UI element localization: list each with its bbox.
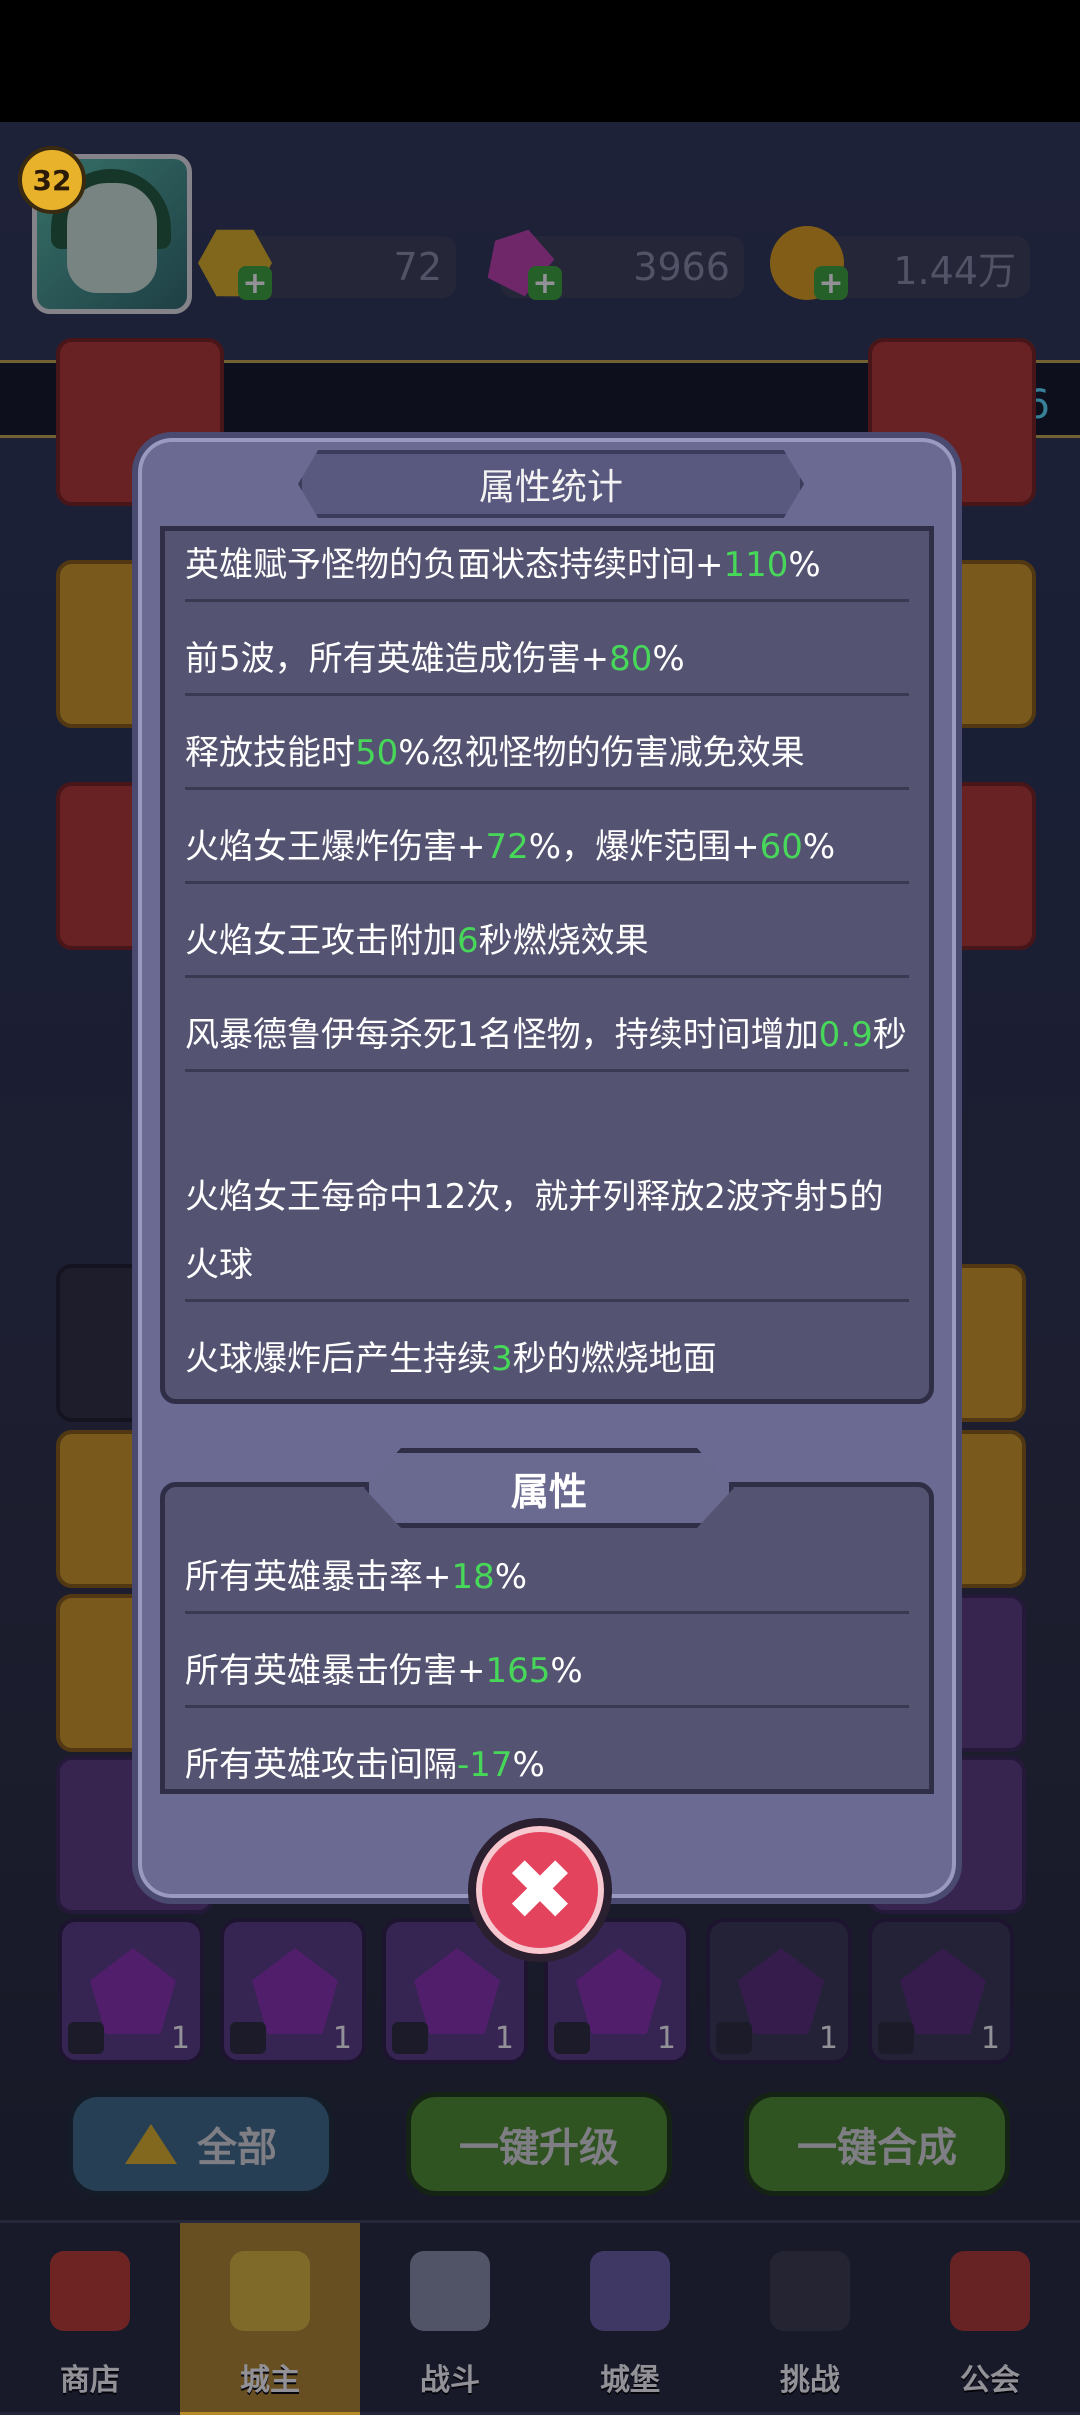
stat-row: 前5波，所有英雄造成伤害+80% — [185, 625, 909, 696]
stat-value: 0.9 — [818, 1015, 873, 1055]
stat-row: 火焰女王爆炸伤害+72%，爆炸范围+60% — [185, 813, 909, 884]
stat-value: 72 — [485, 827, 529, 867]
stat-row: 火焰女王每命中12次，就并列释放2波齐射5的火球 — [185, 1163, 909, 1302]
stat-row: 英雄赋予怪物的负面状态持续时间+110% — [185, 531, 909, 602]
stat-text: % — [652, 639, 685, 679]
level-badge: 32 — [18, 146, 86, 214]
stat-value: -17 — [457, 1745, 513, 1785]
stat-text: 火焰女王攻击附加 — [185, 921, 457, 961]
attributes-list[interactable]: 所有英雄暴击率+18% 所有英雄暴击伤害+165% 所有英雄攻击间隔-17% — [160, 1482, 934, 1794]
stat-value: 50 — [355, 733, 399, 773]
stat-value: 110 — [723, 545, 789, 585]
stat-value: 165 — [485, 1651, 551, 1691]
stat-row: 火焰女王攻击附加6秒燃烧效果 — [185, 907, 909, 978]
attribute-stats-dialog: 属性统计 英雄赋予怪物的负面状态持续时间+110% 前5波，所有英雄造成伤害+8… — [132, 432, 962, 1904]
attribute-row: 所有英雄暴击率+18% — [185, 1543, 909, 1614]
stat-text: 秒 — [872, 1015, 907, 1055]
stat-value: 3 — [491, 1339, 513, 1379]
stat-row: 风暴德鲁伊每杀死1名怪物，持续时间增加0.9秒 — [185, 1001, 909, 1072]
stat-text: 所有英雄暴击伤害+ — [185, 1651, 486, 1691]
close-button[interactable]: ✖ — [468, 1818, 612, 1962]
stat-text: % — [494, 1557, 528, 1597]
stat-value: 6 — [457, 921, 479, 961]
section-title-attributes: 属性 — [364, 1448, 734, 1528]
status-bar — [0, 0, 1080, 122]
close-icon: ✖ — [504, 1841, 576, 1939]
stat-text: 前5波，所有英雄造成伤害+ — [185, 639, 610, 679]
stat-text: 火球爆炸后产生持续 — [185, 1339, 491, 1379]
stat-text: % — [512, 1745, 545, 1785]
dialog-title: 属性统计 — [298, 450, 804, 518]
stat-value: 80 — [609, 639, 653, 679]
stat-text: 秒燃烧效果 — [478, 921, 649, 961]
stat-text: % — [788, 545, 821, 585]
stat-row: 火球爆炸后产生持续3秒的燃烧地面 — [185, 1325, 909, 1393]
stat-text: 释放技能时 — [185, 733, 355, 773]
stat-row: 释放技能时50%忽视怪物的伤害减免效果 — [185, 719, 909, 790]
stat-text: %，爆炸范围+ — [528, 827, 760, 867]
stat-value: 60 — [759, 827, 803, 867]
attribute-row: 所有英雄暴击伤害+165% — [185, 1637, 909, 1708]
attribute-row: 所有英雄攻击间隔-17% — [185, 1731, 909, 1789]
stat-text: 英雄赋予怪物的负面状态持续时间+ — [185, 545, 724, 585]
stat-text: 火焰女王爆炸伤害+ — [185, 827, 486, 867]
stat-value: 18 — [451, 1557, 495, 1597]
stat-text: 秒的燃烧地面 — [512, 1339, 717, 1379]
stat-text: 风暴德鲁伊每杀死1名怪物，持续时间增加 — [185, 1015, 819, 1055]
stat-text: 火焰女王每命中12次，就并列释放2波齐射5的火球 — [185, 1177, 884, 1285]
stat-text: % — [802, 827, 836, 867]
stat-text: 所有英雄攻击间隔 — [185, 1745, 457, 1785]
stats-list[interactable]: 英雄赋予怪物的负面状态持续时间+110% 前5波，所有英雄造成伤害+80% 释放… — [160, 526, 934, 1404]
stat-text: %忽视怪物的伤害减免效果 — [398, 733, 805, 773]
stat-text: 所有英雄暴击率+ — [185, 1557, 452, 1597]
stat-text: % — [550, 1651, 583, 1691]
